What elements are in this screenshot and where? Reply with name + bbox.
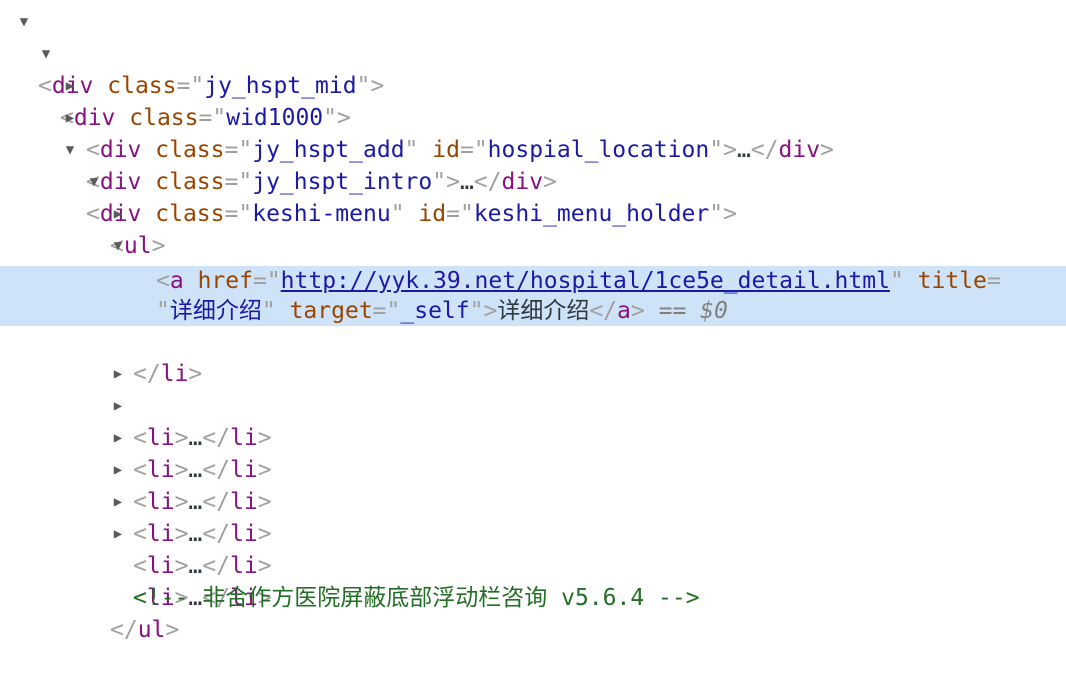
dom-node-jy-hspt-intro[interactable]: ▶ <div class="jy_hspt_intro">…</div> (0, 102, 1066, 195)
dom-node-jy-hspt-mid[interactable]: ▼ <div class="jy_hspt_mid"> (0, 6, 1066, 99)
selected-marker: == (658, 298, 687, 324)
node-text: 详细介绍 (497, 298, 590, 324)
expanded-arrow-icon[interactable]: ▼ (38, 38, 54, 70)
collapsed-arrow-icon[interactable]: ▶ (62, 102, 78, 134)
collapsed-arrow-icon[interactable]: ▶ (110, 454, 126, 486)
closing-tag-name: a (617, 298, 631, 324)
dom-node-li[interactable]: ▶ <li>…</li> (0, 358, 1066, 451)
closing-tag-name: ul (137, 617, 166, 643)
expanded-arrow-icon[interactable]: ▼ (110, 230, 126, 262)
href-link[interactable]: http://yyk.39.net/hospital/1ce5e_detail.… (281, 268, 890, 294)
dom-node-li[interactable]: ▶ <li>…</li> (0, 390, 1066, 483)
clipped-row-above (34, 0, 464, 4)
attr-name: title (917, 268, 987, 294)
dom-node-jy-hspt-add[interactable]: ▶ <div class="jy_hspt_add" id="hospial_l… (0, 70, 1066, 163)
collapsed-arrow-icon[interactable]: ▶ (110, 390, 126, 422)
attr-value[interactable]: _self (400, 298, 469, 324)
attr-name: target (289, 298, 373, 324)
collapsed-arrow-icon[interactable]: ▶ (110, 518, 126, 550)
console-var-badge: $0 (700, 298, 728, 324)
dom-node-wid1000[interactable]: ▼ <div class="wid1000"> (0, 38, 1066, 131)
attr-name: href (197, 268, 253, 294)
collapsed-arrow-icon[interactable]: ▶ (110, 486, 126, 518)
selected-node-anchor[interactable]: <a href="http://yyk.39.net/hospital/1ce5… (0, 266, 1066, 326)
dom-node-li[interactable]: ▶ <li>…</li> (0, 454, 1066, 547)
expanded-arrow-icon[interactable]: ▼ (86, 166, 102, 198)
dom-node-li-close[interactable]: </li> (0, 326, 1066, 387)
expanded-arrow-icon[interactable]: ▼ (16, 6, 32, 38)
dom-node-ul[interactable]: ▼ <ul> (0, 166, 1066, 259)
collapsed-arrow-icon[interactable]: ▶ (62, 70, 78, 102)
dom-node-keshi-menu[interactable]: ▼ <div class="keshi-menu" id="keshi_menu… (0, 134, 1066, 227)
expanded-arrow-icon[interactable]: ▼ (62, 134, 78, 166)
dom-node-li[interactable]: ▶ <li>…</li> (0, 518, 1066, 611)
dom-tree: ▼ <div class="jy_hspt_mid"> ▼ <div class… (0, 0, 1066, 643)
dom-node-li[interactable]: ▶ <li>…</li> (0, 198, 1066, 291)
dom-node-ul-close[interactable]: </ul> (0, 582, 1066, 643)
collapsed-arrow-icon[interactable]: ▶ (110, 358, 126, 390)
tag-name: a (169, 268, 184, 294)
dom-comment-node[interactable]: <!-- 非合作方医院屏蔽底部浮动栏咨询 v5.6.4 --> (0, 550, 1066, 611)
dom-node-li-expanded[interactable]: ▼ <li> (0, 230, 1066, 323)
dom-node-li[interactable]: ▶ <li>…</li> (0, 486, 1066, 579)
dom-node-li[interactable]: ▶ <li>…</li> (0, 422, 1066, 515)
collapsed-arrow-icon[interactable]: ▶ (110, 422, 126, 454)
collapsed-arrow-icon[interactable]: ▶ (110, 198, 126, 230)
attr-value[interactable]: 详细介绍 (170, 298, 262, 324)
